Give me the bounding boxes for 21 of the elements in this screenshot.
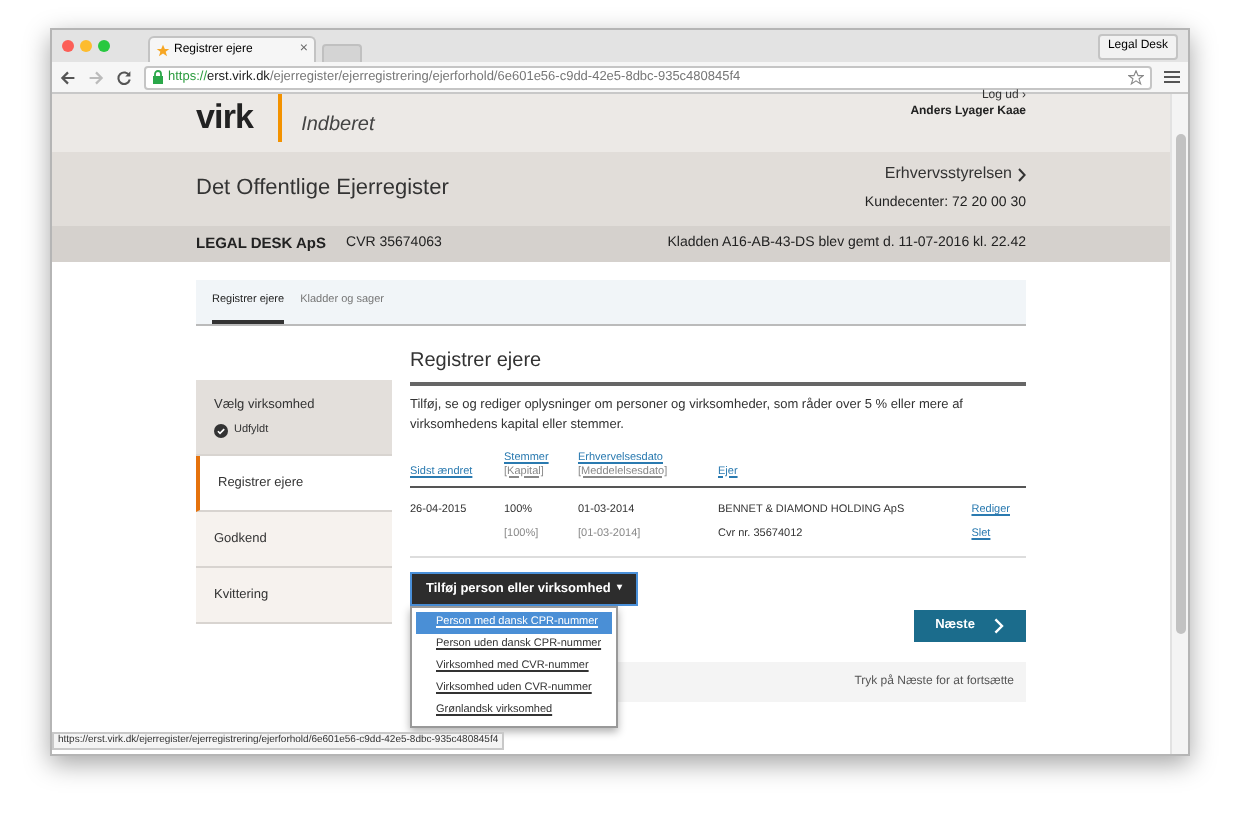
minimize-window-icon[interactable]	[80, 40, 92, 52]
app-name: Indberet	[301, 112, 375, 140]
section-title: Registrer ejere	[410, 348, 544, 376]
reload-icon[interactable]	[116, 69, 132, 85]
logo-divider	[277, 94, 282, 142]
virk-logo[interactable]: virk	[196, 98, 254, 138]
menu-icon[interactable]	[1164, 70, 1180, 84]
back-icon[interactable]	[60, 69, 76, 85]
close-window-icon[interactable]	[62, 40, 74, 52]
chevron-right-icon	[994, 618, 1005, 634]
new-tab-button[interactable]	[322, 44, 362, 62]
forward-icon[interactable]	[88, 69, 104, 85]
agency-link[interactable]: Erhvervsstyrelsen	[884, 162, 1026, 187]
site-title: Det Offentlige Ejerregister	[196, 174, 449, 205]
star-favicon-icon	[156, 43, 170, 57]
check-circle-icon	[214, 423, 228, 438]
padlock-icon	[152, 70, 164, 84]
scrollbar-thumb[interactable]	[1175, 134, 1185, 634]
star-bookmark-icon[interactable]	[1128, 69, 1144, 85]
chevron-right-icon	[1018, 167, 1026, 182]
maximize-window-icon[interactable]	[98, 40, 110, 52]
